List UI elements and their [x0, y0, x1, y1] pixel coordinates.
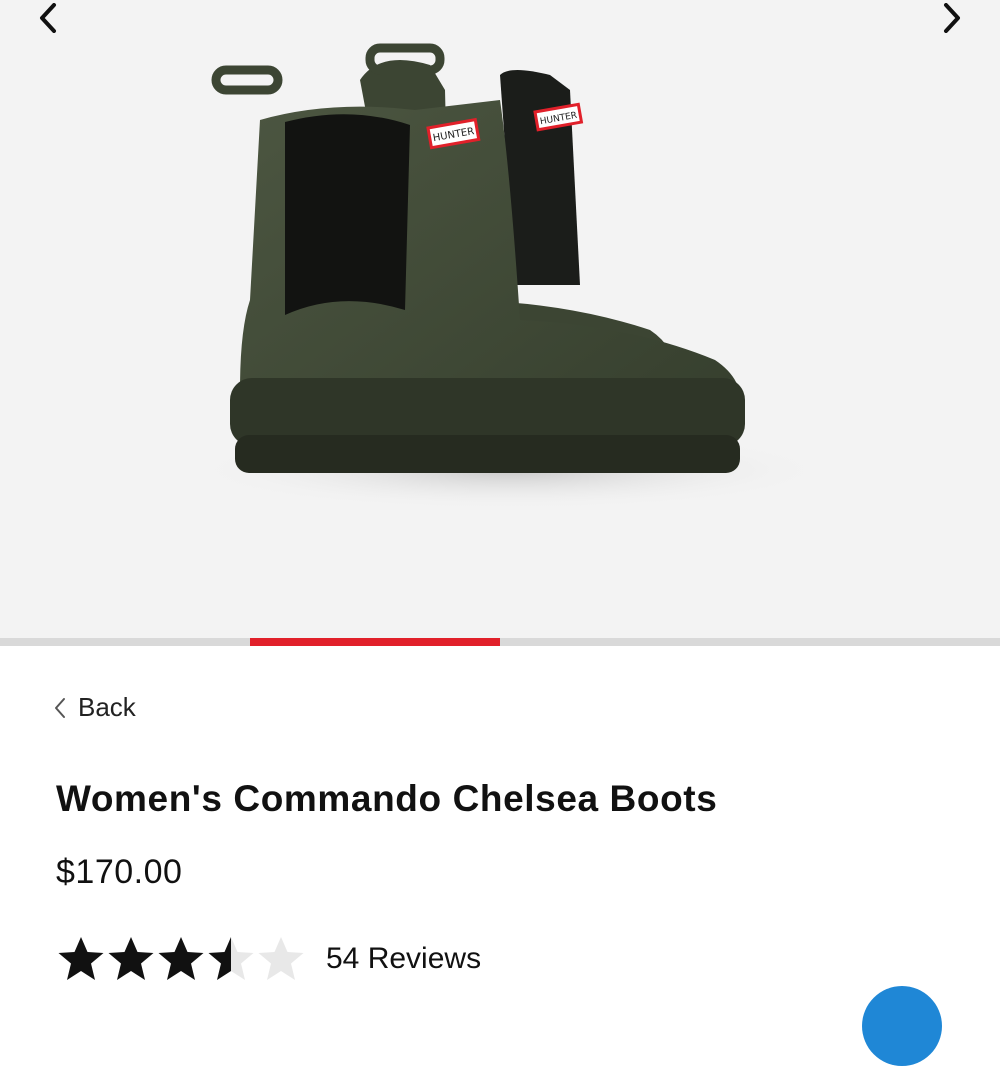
rating-stars	[56, 934, 306, 984]
back-label: Back	[78, 692, 136, 722]
product-gallery[interactable]: HUNTER HUNTER	[0, 0, 1000, 638]
gallery-progress-track	[0, 638, 1000, 646]
star-filled-icon	[58, 937, 104, 980]
product-price: $170.00	[56, 853, 183, 891]
chat-button[interactable]	[862, 986, 942, 1066]
product-title: Women's Commando Chelsea Boots	[56, 778, 718, 819]
product-image: HUNTER HUNTER	[190, 43, 830, 510]
reviews-link[interactable]: 54 Reviews	[326, 942, 481, 976]
star-half-icon	[208, 937, 254, 980]
chevron-right-icon	[944, 3, 960, 33]
star-filled-icon	[158, 937, 204, 980]
gallery-prev-button[interactable]	[28, 0, 68, 36]
gallery-progress-indicator	[250, 638, 500, 646]
chevron-left-icon	[40, 3, 56, 33]
chevron-left-icon	[54, 697, 66, 719]
star-empty-icon	[258, 937, 304, 980]
product-rating[interactable]: 54 Reviews	[56, 934, 481, 984]
star-filled-icon	[108, 937, 154, 980]
back-link[interactable]: Back	[54, 692, 136, 723]
gallery-next-button[interactable]	[932, 0, 972, 36]
